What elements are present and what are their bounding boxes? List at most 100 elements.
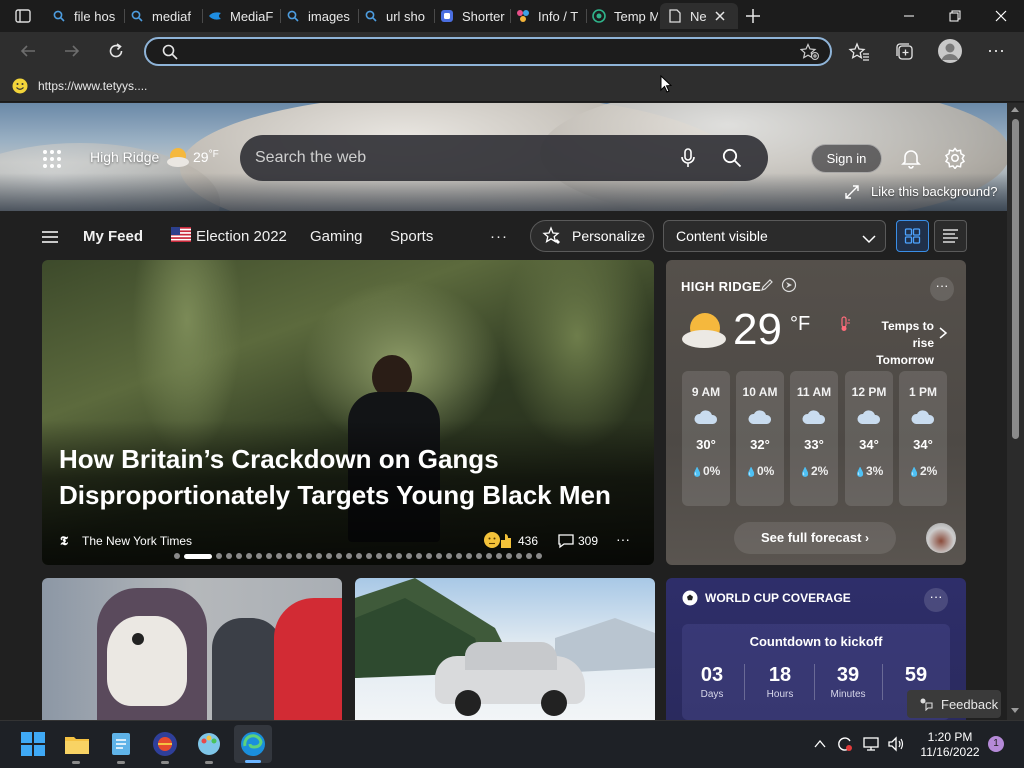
edge-browser-icon[interactable] [240,731,266,757]
weather-location[interactable]: HIGH RIDGE [681,279,761,294]
favorite-item[interactable]: https://www.tetyys.... [12,76,147,96]
hero-article-title[interactable]: How Britain’s Crackdown on Gangs Disprop… [59,441,639,513]
info-icon [516,9,530,23]
tab-url-shortener[interactable]: url sho [362,3,432,29]
search-icon [52,9,66,23]
settings-more-icon[interactable]: ··· [985,41,1007,63]
add-favorite-icon[interactable] [799,43,820,61]
notepad-icon[interactable] [108,731,134,757]
sync-status-icon[interactable] [836,735,854,753]
web-search-box[interactable]: Search the web [240,135,768,181]
windows-start-icon[interactable] [20,731,46,757]
network-icon[interactable] [862,735,880,753]
cloud-icon [736,409,784,425]
tab-mediafire-search[interactable]: mediaf [128,3,198,29]
close-window-button[interactable] [978,0,1024,32]
edit-location-icon[interactable] [760,278,774,292]
tab-sports[interactable]: Sports [390,228,433,245]
header-temperature[interactable]: 29°F [193,149,219,165]
tab-images[interactable]: images [284,3,354,29]
news-card-dog[interactable] [42,578,342,720]
paint-icon[interactable] [196,731,222,757]
tab-mediafire[interactable]: MediaF [206,3,276,29]
scrollbar-thumb[interactable] [1012,119,1019,439]
search-submit-icon[interactable] [722,148,742,168]
tab-my-feed[interactable]: My Feed [83,228,143,245]
restore-button[interactable] [932,0,978,32]
profile-avatar[interactable] [938,39,962,63]
page-scrollbar[interactable] [1007,103,1024,720]
file-explorer-icon[interactable] [64,731,90,757]
header-location[interactable]: High Ridge [90,149,159,165]
microphone-icon[interactable] [678,147,698,169]
close-tab-icon[interactable] [712,8,728,24]
hourly-forecast-12pm[interactable]: 12 PM 34° 💧3% [845,371,893,506]
hero-news-card[interactable]: How Britain’s Crackdown on Gangs Disprop… [42,260,654,565]
hourly-forecast-9am[interactable]: 9 AM 30° 💧0% [682,371,730,506]
detect-location-icon[interactable] [781,277,797,293]
world-cup-more-button[interactable]: ··· [924,588,948,612]
tab-election-2022[interactable]: Election 2022 [196,228,287,245]
like-background-link[interactable]: Like this background? [845,184,997,199]
hourly-forecast-10am[interactable]: 10 AM 32° 💧0% [736,371,784,506]
address-bar[interactable] [144,37,832,66]
tab-file-host[interactable]: file hos [50,3,120,29]
personalize-button[interactable]: Personalize [530,220,654,252]
tab-temp-mail[interactable]: Temp M [590,3,658,29]
grid-view-button[interactable] [896,220,929,252]
cloud-icon [682,409,730,425]
weather-unit[interactable]: °F [790,313,810,336]
new-tab-button[interactable] [744,7,762,25]
tab-info[interactable]: Info / T [514,3,584,29]
see-full-forecast-button[interactable]: See full forecast › [734,522,896,554]
collections-icon[interactable] [894,41,916,63]
feedback-button[interactable]: Feedback [907,690,1001,718]
page-settings-gear-icon[interactable] [944,147,966,170]
reactions-emoji-icon[interactable] [483,531,513,549]
content-visibility-value: Content visible [676,228,768,244]
weather-map-thumbnail[interactable] [926,523,956,553]
tab-actions-icon[interactable] [14,7,32,25]
chevron-right-icon[interactable] [938,326,948,340]
tab-gaming[interactable]: Gaming [310,228,363,245]
minimize-button[interactable] [886,0,932,32]
apps-grid-icon[interactable] [42,149,62,169]
refresh-button[interactable] [100,36,132,66]
tab-label: Shorter [462,8,505,24]
precipitation: 💧0% [691,464,721,478]
temps-rise-note[interactable]: Temps to rise Tomorrow [859,318,934,369]
forward-button[interactable] [56,36,88,66]
comments-icon[interactable] [557,533,575,549]
weather-card[interactable]: HIGH RIDGE ··· 29 °F Temps to rise Tomorr… [666,260,966,565]
show-hidden-icons-icon[interactable] [813,737,827,751]
more-tabs-button[interactable]: ··· [490,228,508,245]
cloud-icon [790,409,838,425]
carousel-pagination[interactable] [174,553,546,559]
notifications-bell-icon[interactable] [900,147,922,169]
weather-more-button[interactable]: ··· [930,277,954,301]
page-icon [668,9,682,23]
news-card-car[interactable] [355,578,655,720]
tab-shorter[interactable]: Shorter [438,3,508,29]
tab-new-tab[interactable]: Ne [660,3,738,29]
hourly-forecast-1pm[interactable]: 1 PM 34° 💧2% [899,371,947,506]
sign-in-button[interactable]: Sign in [811,144,882,173]
content-visibility-dropdown[interactable]: Content visible [663,220,886,252]
hamburger-menu-icon[interactable] [41,229,59,245]
hero-article-source[interactable]: The New York Times [82,534,192,548]
app-icon[interactable] [152,731,178,757]
favorites-icon[interactable] [848,41,870,63]
taskbar-clock[interactable]: 1:20 PM 11/16/2022 [918,730,982,760]
volume-icon[interactable] [887,735,905,753]
article-more-button[interactable]: ··· [616,531,630,547]
tab-label: Ne [690,8,707,24]
address-input[interactable] [186,42,766,62]
tab-label: Info / T [538,8,579,24]
tab-label: url sho [386,8,426,24]
back-button[interactable] [12,36,44,66]
world-cup-title[interactable]: WORLD CUP COVERAGE [705,591,851,605]
hourly-forecast-11am[interactable]: 11 AM 33° 💧2% [790,371,838,506]
list-view-button[interactable] [934,220,967,252]
notification-badge[interactable]: 1 [988,736,1004,752]
favorite-item-label: https://www.tetyys.... [38,79,148,93]
